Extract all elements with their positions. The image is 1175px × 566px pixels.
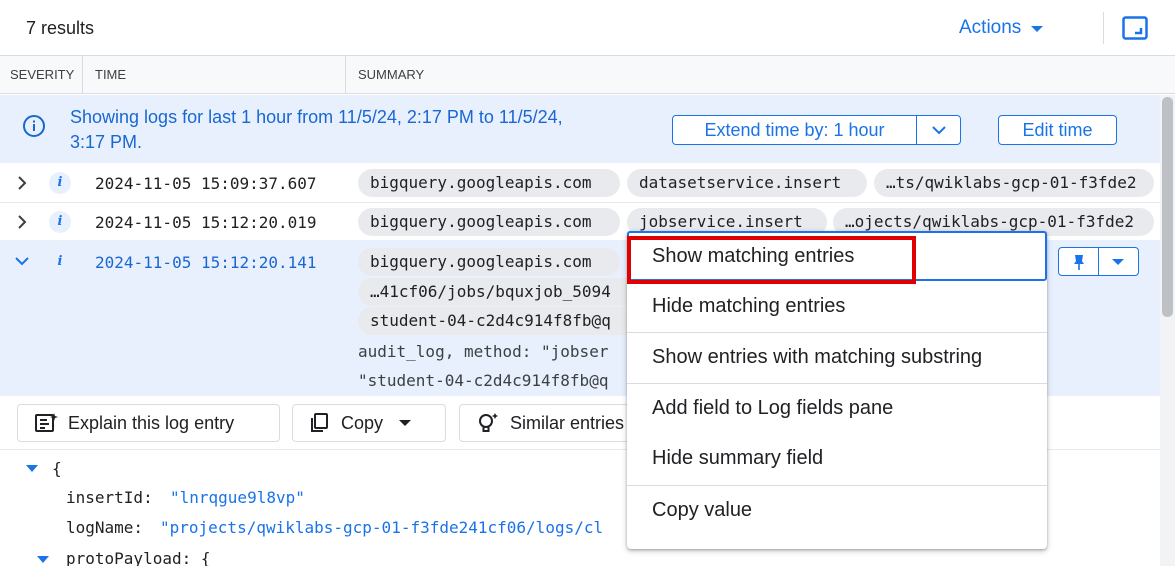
lightbulb-icon: [479, 413, 498, 432]
copy-button[interactable]: Copy: [292, 404, 446, 442]
chevron-right-icon[interactable]: [12, 212, 32, 232]
copy-label: Copy: [341, 412, 384, 433]
extend-time-button[interactable]: Extend time by: 1 hour: [672, 115, 961, 145]
column-separator: [82, 56, 83, 94]
column-separator: [345, 56, 346, 94]
collapse-triangle-icon[interactable]: [25, 464, 39, 474]
summary-text: audit_log, method: "jobser: [358, 342, 609, 361]
chevron-down-icon[interactable]: [12, 251, 32, 271]
toolbar-divider: [1103, 12, 1104, 44]
json-key: protoPayload: {: [66, 549, 211, 566]
info-severity-icon: i: [49, 211, 71, 233]
json-key: insertId:: [66, 488, 153, 507]
json-value[interactable]: "lnrqgue9l8vp": [170, 488, 305, 507]
log-timestamp: 2024-11-05 15:12:20.141: [95, 253, 317, 272]
banner-line-1: Showing logs for last 1 hour from 11/5/2…: [70, 107, 563, 127]
time-range-banner: Showing logs for last 1 hour from 11/5/2…: [0, 95, 1160, 163]
chevron-right-icon[interactable]: [12, 173, 32, 193]
log-row[interactable]: i 2024-11-05 15:09:37.607 bigquery.googl…: [0, 164, 1160, 202]
explain-log-entry-button[interactable]: Explain this log entry: [17, 404, 280, 442]
actions-menu-button[interactable]: Actions: [959, 17, 1044, 39]
copy-icon: [311, 413, 328, 432]
sparkle-note-icon: [35, 413, 58, 432]
column-severity[interactable]: SEVERITY: [10, 56, 74, 94]
similar-label: Similar entries: [510, 412, 625, 433]
extend-time-dropdown[interactable]: [917, 116, 960, 144]
results-toolbar: 7 results Actions: [0, 0, 1175, 56]
info-severity-icon: i: [57, 254, 63, 269]
caret-down-icon: [1031, 26, 1044, 32]
json-open-brace: {: [52, 459, 62, 478]
edit-time-button[interactable]: Edit time: [998, 115, 1117, 145]
summary-chip[interactable]: …ts/qwiklabs-gcp-01-f3fde2: [874, 169, 1154, 197]
banner-message: Showing logs for last 1 hour from 11/5/2…: [70, 105, 630, 155]
vertical-scrollbar[interactable]: [1160, 95, 1175, 566]
menu-item-hide-summary[interactable]: Hide summary field: [627, 433, 1047, 483]
annotation-highlight: [627, 236, 916, 284]
log-timestamp: 2024-11-05 15:09:37.607: [95, 174, 317, 193]
fullscreen-icon[interactable]: [1122, 16, 1148, 40]
menu-item-hide-matching[interactable]: Hide matching entries: [627, 281, 1047, 331]
caret-down-icon: [1112, 259, 1124, 265]
column-time[interactable]: TIME: [95, 56, 126, 94]
column-header: SEVERITY TIME SUMMARY: [0, 56, 1175, 94]
json-key: logName:: [66, 518, 144, 537]
pin-icon: [1074, 255, 1084, 270]
banner-line-2: 3:17 PM.: [70, 132, 143, 152]
summary-chip[interactable]: bigquery.googleapis.com: [358, 169, 620, 197]
log-timestamp: 2024-11-05 15:12:20.019: [95, 213, 317, 232]
caret-down-icon: [399, 420, 412, 426]
menu-item-copy-value[interactable]: Copy value: [627, 485, 1047, 535]
summary-text: "student-04-c2d4c914f8fb@q: [358, 371, 609, 390]
column-summary[interactable]: SUMMARY: [358, 56, 424, 94]
menu-item-show-substring[interactable]: Show entries with matching substring: [627, 332, 1047, 382]
summary-chip[interactable]: bigquery.googleapis.com: [358, 208, 620, 236]
summary-chip[interactable]: bigquery.googleapis.com: [358, 248, 620, 276]
extend-time-label[interactable]: Extend time by: 1 hour: [673, 116, 917, 144]
collapse-triangle-icon[interactable]: [36, 555, 50, 565]
summary-chip[interactable]: datasetservice.insert: [627, 169, 867, 197]
results-count: 7 results: [26, 18, 95, 38]
scrollbar-thumb[interactable]: [1162, 97, 1173, 317]
pin-button[interactable]: [1059, 248, 1099, 275]
pin-dropdown[interactable]: [1099, 248, 1138, 275]
pin-button-group[interactable]: [1058, 247, 1139, 276]
summary-chip[interactable]: …41cf06/jobs/bquxjob_5094: [358, 278, 638, 306]
actions-label: Actions: [959, 17, 1022, 38]
explain-label: Explain this log entry: [68, 412, 235, 433]
menu-item-add-field[interactable]: Add field to Log fields pane: [627, 383, 1047, 433]
json-value[interactable]: "projects/qwiklabs-gcp-01-f3fde241cf06/l…: [160, 518, 603, 537]
info-icon: [23, 115, 45, 137]
chevron-down-icon: [932, 126, 946, 135]
info-severity-icon: i: [49, 172, 71, 194]
summary-chip[interactable]: student-04-c2d4c914f8fb@q: [358, 307, 638, 335]
similar-entries-button[interactable]: Similar entries: [459, 404, 649, 442]
